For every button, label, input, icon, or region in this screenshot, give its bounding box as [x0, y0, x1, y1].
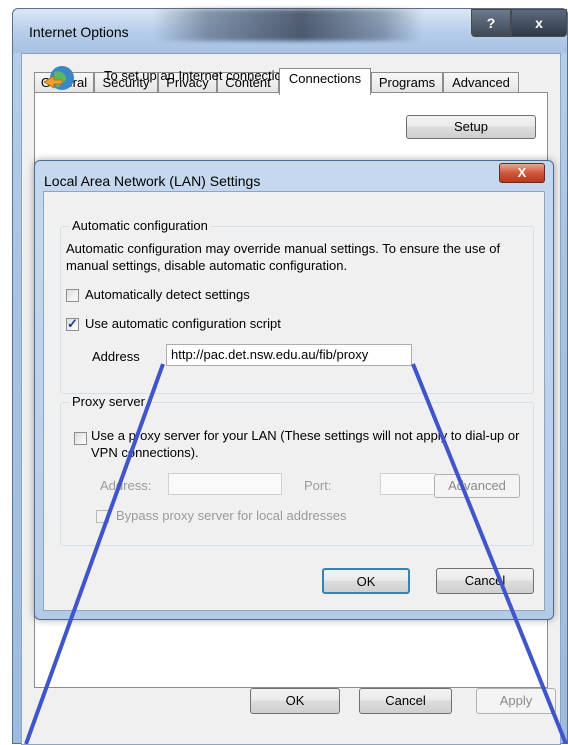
bypass-local-label[interactable]: Bypass proxy server for local addresses: [116, 508, 346, 523]
use-proxy-checkbox[interactable]: [74, 432, 87, 445]
tab-programs[interactable]: Programs: [371, 72, 443, 94]
automatic-configuration-legend: Automatic configuration: [69, 218, 211, 233]
lan-close-button[interactable]: X: [499, 163, 545, 183]
script-address-input[interactable]: http://pac.det.nsw.edu.au/fib/proxy: [166, 344, 412, 366]
help-button[interactable]: ?: [471, 9, 511, 37]
lan-dialog-body: Automatic configuration Automatic config…: [43, 191, 545, 611]
bypass-local-checkbox[interactable]: [96, 510, 109, 523]
auto-detect-label[interactable]: Automatically detect settings: [85, 287, 250, 302]
proxy-server-legend: Proxy server: [69, 394, 148, 409]
window-title: Internet Options: [29, 24, 129, 40]
apply-button[interactable]: Apply: [476, 688, 556, 714]
auto-detect-checkbox[interactable]: [66, 289, 79, 302]
lan-settings-dialog: Local Area Network (LAN) Settings X Auto…: [34, 160, 554, 620]
tab-advanced[interactable]: Advanced: [443, 72, 519, 94]
proxy-port-input[interactable]: [380, 473, 436, 495]
proxy-address-input[interactable]: [168, 473, 282, 495]
ok-button[interactable]: OK: [250, 688, 340, 714]
title-bar[interactable]: Internet Options ? x: [13, 9, 567, 53]
auto-config-description: Automatic configuration may override man…: [66, 241, 501, 273]
advanced-button[interactable]: Advanced: [434, 474, 520, 498]
globe-connection-icon: [43, 66, 74, 90]
proxy-address-label: Address:: [100, 478, 152, 493]
cancel-button[interactable]: Cancel: [359, 688, 452, 714]
auto-config-script-checkbox[interactable]: [66, 316, 79, 332]
tab-connections[interactable]: Connections: [279, 68, 371, 95]
setup-button[interactable]: Setup: [406, 115, 536, 139]
title-bar-shadow: [153, 9, 423, 41]
auto-config-script-label[interactable]: Use automatic configuration script: [85, 316, 281, 331]
proxy-port-label: Port:: [304, 478, 332, 493]
use-proxy-label[interactable]: Use a proxy server for your LAN (These s…: [91, 427, 531, 461]
lan-dialog-title: Local Area Network (LAN) Settings: [44, 173, 261, 189]
lan-ok-button[interactable]: OK: [322, 568, 410, 594]
close-button[interactable]: x: [511, 9, 567, 37]
lan-cancel-button[interactable]: Cancel: [436, 568, 534, 594]
script-address-label: Address: [92, 349, 140, 364]
